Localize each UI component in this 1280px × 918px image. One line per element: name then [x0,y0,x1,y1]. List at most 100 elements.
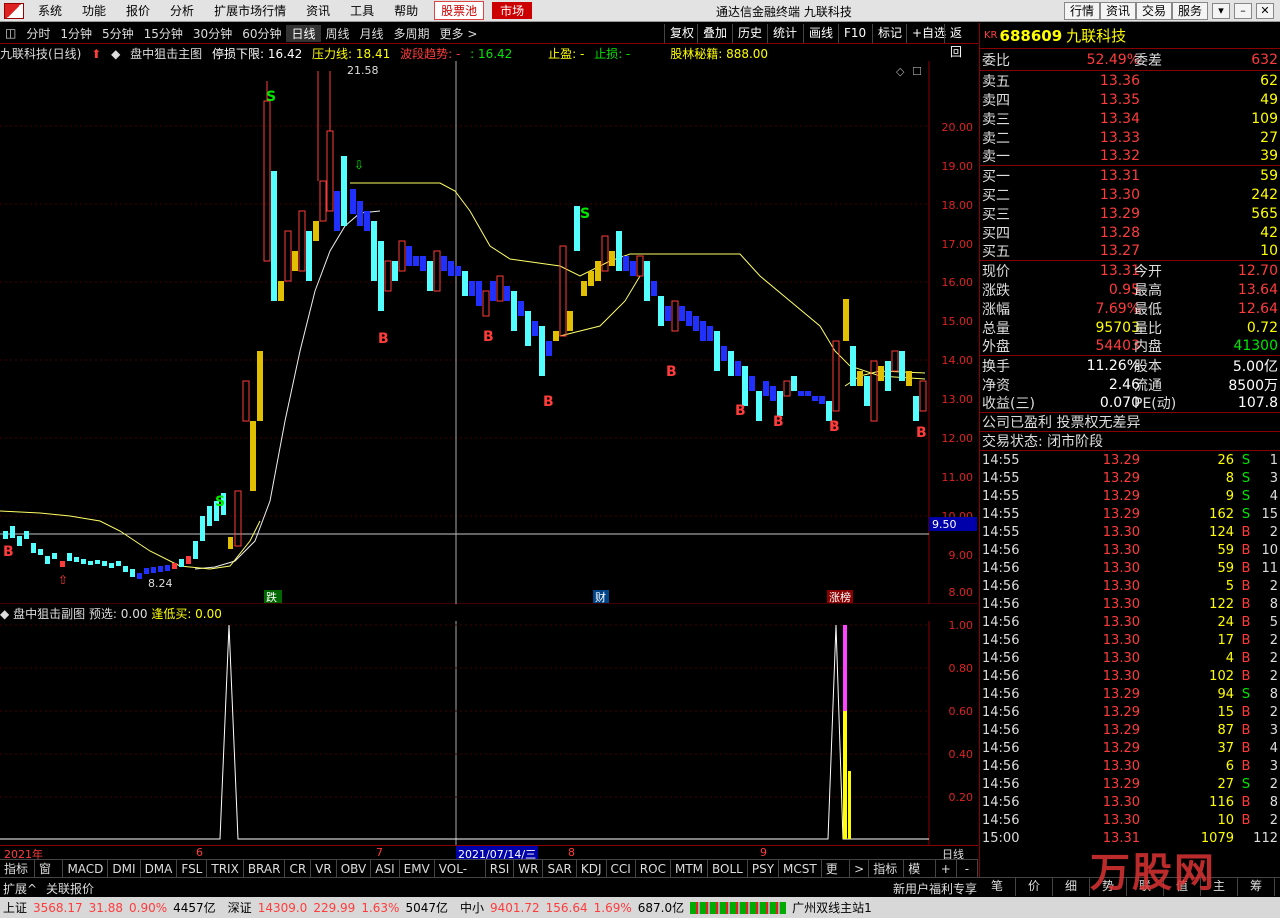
zoom-out-button[interactable]: - [957,859,978,878]
period-60min[interactable]: 60分钟 [237,25,286,42]
period-daily[interactable]: 日线 [286,24,321,42]
indicator-more[interactable]: 更多 [822,859,851,894]
period-more[interactable]: 更多 > [435,25,483,42]
tab-price[interactable]: 价 [1016,877,1053,896]
period-5min[interactable]: 5分钟 [97,25,139,42]
settings-icon[interactable]: ▾ [1212,3,1230,19]
indicator-wr[interactable]: WR [514,859,544,878]
period-15min[interactable]: 15分钟 [139,25,188,42]
indicator-cr[interactable]: CR [285,859,312,878]
window-tab[interactable]: 窗口 [35,859,64,894]
trade-tab-button[interactable]: 交易 [1136,2,1173,20]
indicator-macd[interactable]: MACD [63,859,109,878]
indicator-mtm[interactable]: MTM [671,859,709,878]
event-fall-tag[interactable]: 跌 [266,590,277,604]
menu-news[interactable]: 资讯 [296,2,340,19]
menu-extended-market[interactable]: 扩展市场行情 [204,2,296,19]
candlestick-chart[interactable]: 20.00 19.00 18.00 17.00 16.00 15.00 14.0… [0,61,978,604]
indicator-vol-tdx[interactable]: VOL-TDX [435,859,486,894]
extend-tab[interactable]: 扩展^ [3,880,37,897]
menu-analysis[interactable]: 分析 [160,2,204,19]
indicator-cci[interactable]: CCI [607,859,636,878]
indicator-roc[interactable]: ROC [636,859,671,878]
menu-system[interactable]: 系统 [28,2,72,19]
expand-icon[interactable]: ◇ [896,65,905,78]
period-1min[interactable]: 1分钟 [55,25,97,42]
indicator-tab-b[interactable]: 指标B [869,859,905,894]
period-monthly[interactable]: 月线 [355,25,389,42]
menu-function[interactable]: 功能 [72,2,116,19]
bid-row[interactable]: 买三 13.29 565 [980,204,1280,223]
server-name[interactable]: 广州双线主站1 [792,899,872,916]
ask-row[interactable]: 卖二 13.33 27 [980,128,1280,147]
indicator-sar[interactable]: SAR [543,859,577,878]
layout-icon[interactable]: ◫ [0,26,21,40]
history-button[interactable]: 历史 [732,24,767,43]
signal-b: B [378,331,389,347]
close-panel-icon[interactable]: ☐ [912,65,922,78]
indicator-dropdown-icon[interactable]: ◆ [111,47,120,61]
indicator-emv[interactable]: EMV [400,859,435,878]
period-multi[interactable]: 多周期 [389,25,435,42]
ask-row[interactable]: 卖五 13.36 62 [980,71,1280,90]
indicator-brar[interactable]: BRAR [244,859,286,878]
close-icon[interactable]: ✕ [1256,3,1274,19]
ask-row[interactable]: 卖四 13.35 49 [980,90,1280,109]
adjust-button[interactable]: 复权 [664,24,699,43]
ask-row[interactable]: 卖三 13.34 109 [980,109,1280,128]
indicator-dmi[interactable]: DMI [108,859,141,878]
indicator-rsi[interactable]: RSI [486,859,515,878]
statistics-button[interactable]: 统计 [767,24,802,43]
template-tab[interactable]: 模 板 [904,859,936,894]
tab-detail[interactable]: 细 [1053,877,1090,896]
indicator-mcst[interactable]: MCST [779,859,822,878]
sz-index-label[interactable]: 深证 [228,899,252,916]
quote-tab-button[interactable]: 行情 [1064,2,1101,20]
mark-button[interactable]: 标记 [872,24,907,43]
market-button[interactable]: 市场 [492,2,533,19]
menu-quote[interactable]: 报价 [116,2,160,19]
indicator-dropdown-icon[interactable]: ◆ [0,607,9,621]
bid-row[interactable]: 买二 13.30 242 [980,185,1280,204]
bid-row[interactable]: 买五 13.27 10 [980,242,1280,261]
sub-indicator-chart[interactable]: 1.00 0.80 0.60 0.40 0.20 [0,621,978,845]
new-user-benefit-link[interactable]: 新用户福利专享 [893,880,977,897]
tab-ticks[interactable]: 笔 [979,877,1016,896]
overlay-button[interactable]: 叠加 [697,24,732,43]
zoom-in-button[interactable]: + [936,859,957,878]
indicator-kdj[interactable]: KDJ [577,859,607,878]
main-indicator-name[interactable]: 盘中狙击主图 [130,47,202,61]
back-button[interactable]: 返回 [944,24,978,59]
indicator-fsl[interactable]: FSL [177,859,208,878]
indicator-obv[interactable]: OBV [337,859,372,878]
stock-pool-button[interactable]: 股票池 [434,1,485,20]
period-weekly[interactable]: 周线 [321,25,355,42]
service-tab-button[interactable]: 服务 [1172,2,1209,20]
indicator-trix[interactable]: TRIX [207,859,244,878]
draw-button[interactable]: 画线 [803,24,838,43]
indicator-dma[interactable]: DMA [141,859,178,878]
indicator-boll[interactable]: BOLL [708,859,748,878]
event-finance-tag[interactable]: 财 [595,590,606,604]
menu-tools[interactable]: 工具 [340,2,384,19]
sh-index-label[interactable]: 上证 [3,899,27,916]
indicator-psy[interactable]: PSY [748,859,780,878]
event-rank-tag[interactable]: 涨榜 [829,590,851,604]
ask-row[interactable]: 卖一 13.32 39 [980,147,1280,166]
minimize-icon[interactable]: – [1234,3,1252,19]
sub-indicator-name[interactable]: 盘中狙击副图 [13,607,85,621]
indicator-vr[interactable]: VR [311,859,337,878]
indicator-asi[interactable]: ASI [371,859,400,878]
bid-row[interactable]: 买四 13.28 42 [980,223,1280,242]
watermark-logo: 万股网 [1090,850,1216,896]
menu-help[interactable]: 帮助 [384,2,428,19]
news-tab-button[interactable]: 资讯 [1100,2,1137,20]
scroll-right-icon[interactable]: > [850,859,870,878]
zx-index-label[interactable]: 中小 [460,899,484,916]
bid-row[interactable]: 买一 13.31 59 [980,166,1280,185]
indicator-tab-a[interactable]: 指标A [0,859,36,894]
period-intraday[interactable]: 分时 [21,25,55,42]
related-quote-tab[interactable]: 关联报价 [46,880,94,897]
period-30min[interactable]: 30分钟 [188,25,237,42]
f10-button[interactable]: F10 [838,24,871,43]
